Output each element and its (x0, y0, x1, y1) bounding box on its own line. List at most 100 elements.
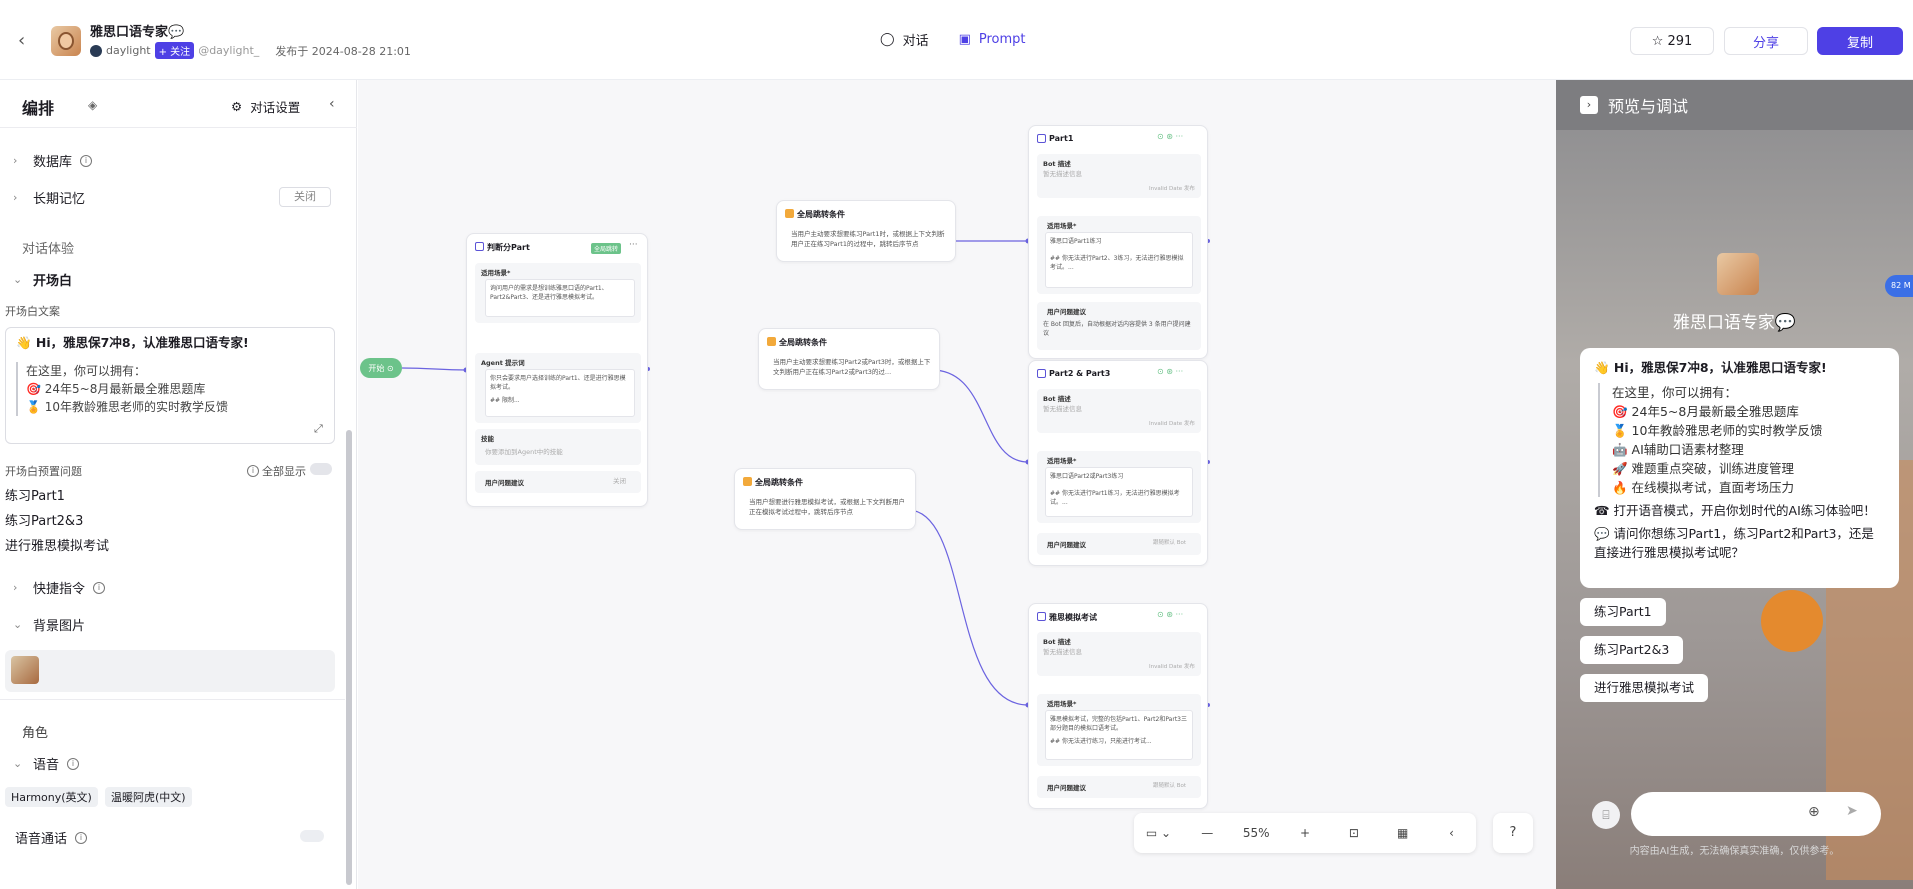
agent-icon (1037, 134, 1046, 143)
disclaimer: 内容由AI生成，无法确保真实准确，仅供参考。 (1629, 846, 1840, 857)
message-line: 💬 请问你想练习Part1，练习Part2和Part3，还是直接进行雅思模拟考试… (1594, 526, 1874, 560)
agent-prompt-text: 你只会要求用户选择训练的Part1、还是进行雅思模拟考试。 ## 限制... (485, 369, 635, 417)
layout-select[interactable]: ▭ ⌄ (1134, 826, 1183, 840)
bot-desc-placeholder: 暂无描述信息 (1043, 170, 1082, 178)
suggest-section: 用户问题建议 跟随默认 Bot (1037, 776, 1201, 798)
skills-section: 技能 你要添加到Agent中的技能 (475, 429, 641, 465)
scene-label: 适用场景* (481, 269, 511, 277)
bot-desc-placeholder: 暂无描述信息 (1043, 405, 1082, 413)
preview-bot-name: 雅思口语专家💬 (1672, 313, 1797, 333)
suggestion-chip[interactable]: 练习Part2&3 (1580, 636, 1684, 664)
message-line: 🎯 24年5~8月最新最全雅思题库 (1612, 404, 1799, 419)
help-icon[interactable]: ? (1493, 813, 1533, 853)
part1-node[interactable]: Part1 ⊙ ⊛ ··· Bot 描述 暂无描述信息 Invalid Date… (1028, 125, 1208, 359)
bot-desc-label: Bot 描述 (1043, 638, 1071, 646)
agent-prompt-label: Agent 提示词 (481, 359, 525, 367)
suggestion-chip[interactable]: 进行雅思模拟考试 (1580, 674, 1709, 702)
jump-condition-node[interactable]: 全局跳转条件 当用户主动要求想要练习Part2或Part3时，或根据上下文判断用… (758, 328, 940, 390)
scene-text: 雅思口语Part2或Part3练习 ## 你无法进行Part1练习，无法进行雅思模… (1045, 467, 1193, 517)
agent-icon (1037, 369, 1046, 378)
clear-chat-icon[interactable]: ⌸ (1592, 801, 1620, 829)
preview-title: 预览与调试 (1608, 97, 1689, 116)
agent-prompt-section: Agent 提示词 你只会要求用户选择训练的Part1、还是进行雅思模拟考试。 #… (475, 353, 641, 423)
message-line: 🚀 难题重点突破，训练进度管理 (1612, 461, 1795, 476)
bot-desc-label: Bot 描述 (1043, 160, 1071, 168)
node-title: Part2 & Part3 (1049, 369, 1111, 378)
scene-section: 适用场景* 雅思模拟考试，完整的包括Part1、Part2和Part3三部分题目… (1037, 694, 1201, 766)
node-title: 判断分Part (487, 243, 530, 252)
skills-placeholder: 你要添加到Agent中的技能 (485, 448, 563, 456)
bot-desc-section: Bot 描述 暂无描述信息 Invalid Date 发布 (1037, 389, 1201, 433)
node-title: Part1 (1049, 134, 1074, 143)
suggest-label: 用户问题建议 (1047, 308, 1086, 316)
message-line: 🔥 在线模拟考试，直面考场压力 (1612, 480, 1795, 495)
send-icon[interactable]: ➤ (1846, 803, 1858, 819)
global-jump-tag: 全局跳转 (591, 243, 622, 254)
suggest-text: 在 Bot 回复后，自动根据对话内容提供 3 条用户提问建议 (1043, 321, 1191, 337)
node-title: 全局跳转条件 (755, 478, 803, 487)
skills-label: 技能 (481, 435, 494, 443)
bot-desc-section: Bot 描述 暂无描述信息 Invalid Date 发布 (1037, 154, 1201, 198)
preview-header: › 预览与调试 (1556, 80, 1913, 130)
chat-input[interactable]: ⊕ ➤ (1631, 792, 1881, 836)
preview-bot-avatar (1717, 253, 1759, 295)
suggest-state: 关闭 (613, 477, 626, 485)
message-line: 在这里，你可以拥有： (1612, 385, 1738, 400)
jump-condition-node[interactable]: 全局跳转条件 当用户想要进行雅思模拟考试，或根据上下文判断用户正在模拟考试过程中… (734, 468, 916, 530)
message-line: 🤖 AI辅助口语素材整理 (1612, 442, 1744, 457)
message-quote: 在这里，你可以拥有： 🎯 24年5~8月最新最全雅思题库 🏅 10年教龄雅思老师… (1598, 383, 1885, 497)
node-actions-icon[interactable]: ⊙ ⊛ ··· (1157, 367, 1183, 376)
suggest-section: 用户问题建议 关闭 (475, 471, 641, 493)
agent-icon (1037, 612, 1046, 621)
zoom-level: 55% (1242, 826, 1270, 840)
node-title: 雅思模拟考试 (1049, 613, 1097, 622)
judge-node[interactable]: 判断分Part 全局跳转 ··· 适用场景* 询问用户的需求是想训练雅思口语的P… (466, 233, 648, 507)
suggest-label: 用户问题建议 (485, 479, 524, 487)
scene-section: 适用场景* 雅思口语Part2或Part3练习 ## 你无法进行Part1练习，无… (1037, 451, 1201, 523)
scene-label: 适用场景* (1047, 457, 1077, 465)
more-icon[interactable]: ··· (629, 240, 638, 250)
memory-badge: 82 M (1885, 275, 1913, 297)
publish-state: Invalid Date 发布 (1149, 421, 1195, 427)
fit-view-icon[interactable]: ⊡ (1329, 826, 1378, 840)
zoom-out-icon[interactable]: — (1183, 826, 1232, 840)
bot-desc-placeholder: 暂无描述信息 (1043, 648, 1082, 656)
expand-preview-icon[interactable]: › (1580, 96, 1598, 114)
scene-text: 询问用户的需求是想训练雅思口语的Part1、Part2&Part3、还是进行雅思… (485, 279, 635, 317)
play-icon: ⊙ (386, 363, 394, 373)
collapse-panel-icon[interactable]: ‹ (1427, 826, 1476, 840)
suggest-state: 跟随默认 Bot (1153, 540, 1187, 546)
opener-message: 👋 Hi，雅思保7冲8，认准雅思口语专家! 在这里，你可以拥有： 🎯 24年5~… (1580, 348, 1899, 588)
suggest-section: 用户问题建议 在 Bot 回复后，自动根据对话内容提供 3 条用户提问建议 (1037, 302, 1201, 350)
start-node[interactable]: 开始 ⊙ (360, 358, 402, 378)
node-title: 全局跳转条件 (797, 210, 845, 219)
jump-icon (743, 477, 752, 486)
jump-text: 当用户想要进行雅思模拟考试，或根据上下文判断用户正在模拟考试过程中，跳转后序节点 (749, 498, 905, 516)
preview-panel: › 预览与调试 雅思口语专家💬 👋 Hi，雅思保7冲8，认准雅思口语专家! 在这里… (1556, 80, 1913, 889)
add-attachment-icon[interactable]: ⊕ (1808, 804, 1820, 820)
suggest-label: 用户问题建议 (1047, 541, 1086, 549)
jump-text: 当用户主动要求想要练习Part1时，或根据上下文判断用户正在练习Part1的过程… (791, 230, 945, 248)
scene-label: 适用场景* (1047, 700, 1077, 708)
node-actions-icon[interactable]: ⊙ ⊛ ··· (1157, 132, 1183, 141)
jump-icon (785, 209, 794, 218)
scene-text: 雅思模拟考试，完整的包括Part1、Part2和Part3三部分题目的模拟口语考… (1045, 710, 1193, 760)
suggest-label: 用户问题建议 (1047, 784, 1086, 792)
jump-condition-node[interactable]: 全局跳转条件 当用户主动要求想要练习Part1时，或根据上下文判断用户正在练习P… (776, 200, 956, 262)
scene-section: 适用场景* 询问用户的需求是想训练雅思口语的Part1、Part2&Part3、… (475, 263, 641, 323)
suggest-state: 跟随默认 Bot (1153, 783, 1187, 789)
message-line: 👋 Hi，雅思保7冲8，认准雅思口语专家! (1594, 360, 1827, 375)
minimap-icon[interactable]: ▦ (1378, 826, 1427, 840)
message-line: ☎ 打开语音模式，开启你划时代的AI练习体验吧！ (1594, 503, 1876, 518)
bot-desc-section: Bot 描述 暂无描述信息 Invalid Date 发布 (1037, 632, 1201, 676)
suggestion-chip[interactable]: 练习Part1 (1580, 598, 1666, 626)
canvas-toolbar: ▭ ⌄ — 55% + ⊡ ▦ ‹ (1134, 813, 1476, 853)
mock-exam-node[interactable]: 雅思模拟考试 ⊙ ⊛ ··· Bot 描述 暂无描述信息 Invalid Dat… (1028, 603, 1208, 809)
zoom-in-icon[interactable]: + (1281, 826, 1330, 840)
background-decoration (1761, 590, 1823, 652)
scene-section: 适用场景* 雅思口语Part1练习 ## 你无法进行Part2、3练习，无法进行雅… (1037, 216, 1201, 294)
part23-node[interactable]: Part2 & Part3 ⊙ ⊛ ··· Bot 描述 暂无描述信息 Inva… (1028, 360, 1208, 566)
jump-icon (767, 337, 776, 346)
suggest-section: 用户问题建议 跟随默认 Bot (1037, 533, 1201, 555)
node-actions-icon[interactable]: ⊙ ⊛ ··· (1157, 610, 1183, 619)
